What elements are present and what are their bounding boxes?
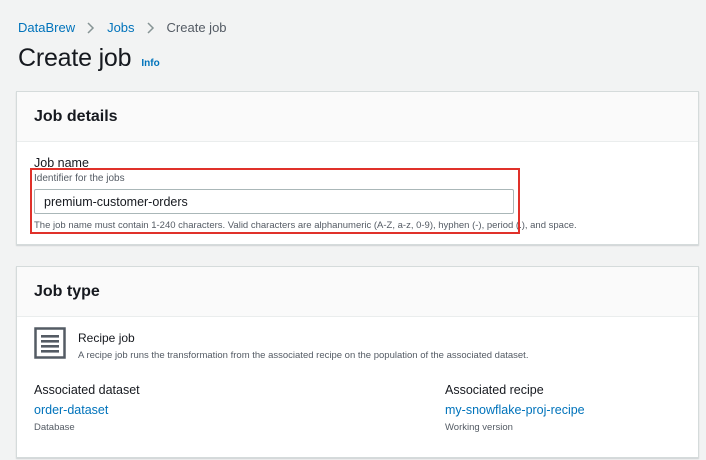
job-name-input[interactable] — [34, 189, 514, 214]
breadcrumb: DataBrew Jobs Create job — [18, 18, 227, 36]
job-details-header: Job details — [17, 92, 698, 142]
job-name-constraint: The job name must contain 1-240 characte… — [34, 220, 577, 231]
page-title: Create job — [18, 44, 132, 72]
recipe-job-label: Recipe job — [78, 331, 135, 345]
chevron-right-icon — [141, 20, 161, 35]
job-details-title: Job details — [34, 107, 118, 125]
recipe-job-icon — [34, 327, 66, 359]
associated-recipe-link[interactable]: my-snowflake-proj-recipe — [445, 403, 585, 417]
info-link[interactable]: Info — [141, 58, 159, 69]
job-name-description: Identifier for the jobs — [34, 173, 125, 184]
breadcrumb-create-job: Create job — [166, 19, 227, 35]
associated-recipe-label: Associated recipe — [445, 383, 544, 397]
chevron-right-icon — [81, 20, 101, 35]
associated-dataset-type: Database — [34, 422, 75, 433]
job-type-title: Job type — [34, 282, 100, 300]
associated-recipe-version: Working version — [445, 422, 513, 433]
recipe-job-description: A recipe job runs the transformation fro… — [78, 350, 529, 361]
job-details-panel: Job details Job name Identifier for the … — [16, 91, 699, 245]
associated-dataset-link[interactable]: order-dataset — [34, 403, 108, 417]
page-header: Create job Info — [18, 44, 160, 73]
job-name-label: Job name — [34, 156, 89, 170]
breadcrumb-jobs[interactable]: Jobs — [107, 20, 134, 35]
job-type-header: Job type — [17, 267, 698, 317]
job-type-panel: Job type Recipe job A recipe job runs th… — [16, 266, 699, 458]
breadcrumb-databrew[interactable]: DataBrew — [18, 20, 75, 35]
associated-dataset-label: Associated dataset — [34, 383, 140, 397]
create-job-page: DataBrew Jobs Create job Create job Info… — [0, 0, 706, 460]
